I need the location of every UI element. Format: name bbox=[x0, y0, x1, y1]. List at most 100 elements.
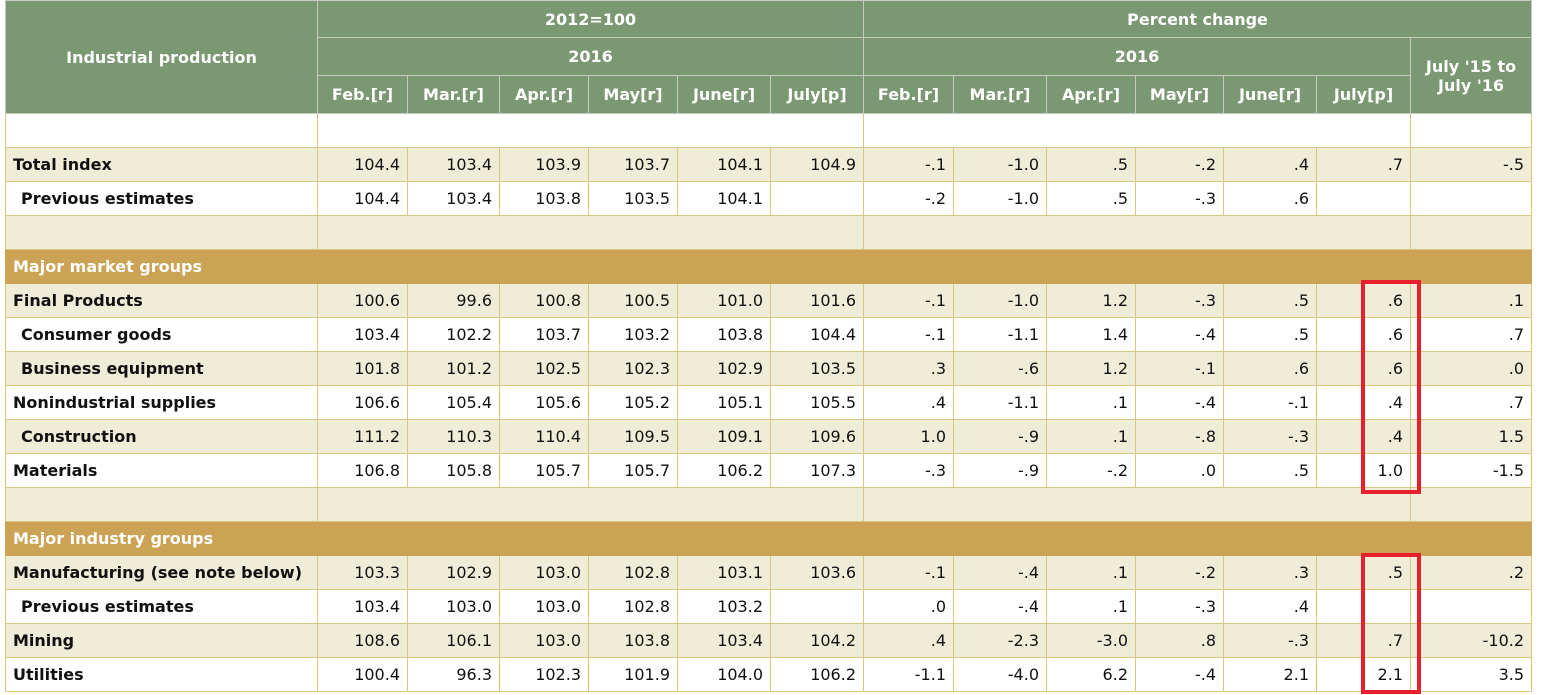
percent-change-value: -.9 bbox=[953, 453, 1047, 488]
percent-change-value: -.1 bbox=[863, 147, 954, 182]
yoy-value: .0 bbox=[1409, 351, 1533, 386]
index-value: 103.5 bbox=[770, 351, 864, 386]
index-value: 104.2 bbox=[770, 623, 864, 658]
section-label: Major industry groups bbox=[4, 521, 1533, 556]
percent-change-value: .0 bbox=[863, 589, 954, 624]
index-value: 104.4 bbox=[770, 317, 864, 352]
blank-cell bbox=[863, 113, 1411, 148]
index-value: 100.8 bbox=[499, 283, 589, 318]
header-yoy: July '15 to July '16 bbox=[1409, 37, 1533, 114]
index-value: 105.7 bbox=[588, 453, 678, 488]
percent-change-value: 6.2 bbox=[1046, 657, 1136, 692]
index-value: 103.4 bbox=[407, 181, 500, 216]
index-value: 102.5 bbox=[499, 351, 589, 386]
index-value: 105.2 bbox=[588, 385, 678, 420]
index-value: 103.5 bbox=[588, 181, 678, 216]
row-label: Total index bbox=[5, 147, 318, 182]
yoy-value: -.5 bbox=[1409, 147, 1533, 182]
percent-change-value: -3.0 bbox=[1046, 623, 1136, 658]
percent-change-value: -.1 bbox=[863, 317, 954, 352]
index-value: 104.4 bbox=[317, 181, 408, 216]
index-value: 105.1 bbox=[677, 385, 771, 420]
index-value: 105.6 bbox=[499, 385, 589, 420]
yoy-value: 1.5 bbox=[1409, 419, 1533, 454]
index-value: 110.4 bbox=[499, 419, 589, 454]
header-pct-month: Feb.[r] bbox=[863, 75, 954, 114]
table-row: Total index 104.4 103.4 103.9 103.7 104.1 104.… bbox=[5, 147, 1533, 182]
index-value: 105.4 bbox=[407, 385, 500, 420]
index-value: 103.7 bbox=[499, 317, 589, 352]
table-row: Consumer goods 103.4 102.2 103.7 103.2 103.8 1… bbox=[5, 317, 1533, 352]
blank-cell bbox=[1409, 487, 1533, 522]
table-row: Nonindustrial supplies 106.6 105.4 105.6 105… bbox=[5, 385, 1533, 420]
yoy-value: .1 bbox=[1409, 283, 1533, 318]
blank-cell bbox=[1409, 113, 1533, 148]
index-value: 109.6 bbox=[770, 419, 864, 454]
percent-change-value: .8 bbox=[1135, 623, 1224, 658]
percent-change-value: .1 bbox=[1046, 385, 1136, 420]
index-value: 103.4 bbox=[317, 589, 408, 624]
percent-change-value: .0 bbox=[1135, 453, 1224, 488]
index-value: 106.8 bbox=[317, 453, 408, 488]
percent-change-value: .5 bbox=[1046, 181, 1136, 216]
percent-change-value: .5 bbox=[1316, 555, 1411, 590]
header-index-month: Feb.[r] bbox=[317, 75, 408, 114]
yoy-value bbox=[1409, 181, 1533, 216]
yoy-value bbox=[1409, 589, 1533, 624]
index-value: 100.4 bbox=[317, 657, 408, 692]
index-value: 103.8 bbox=[588, 623, 678, 658]
table-row: Manufacturing (see note below) 103.3 102.9… bbox=[5, 555, 1533, 590]
percent-change-value: -.9 bbox=[953, 419, 1047, 454]
index-value: 109.1 bbox=[677, 419, 771, 454]
index-value: 105.8 bbox=[407, 453, 500, 488]
index-value: 103.1 bbox=[677, 555, 771, 590]
percent-change-value: -.3 bbox=[1135, 283, 1224, 318]
index-value: 103.3 bbox=[317, 555, 408, 590]
percent-change-value: .4 bbox=[1223, 147, 1317, 182]
index-value: 109.5 bbox=[588, 419, 678, 454]
index-value: 103.0 bbox=[499, 555, 589, 590]
percent-change-value: -.2 bbox=[1135, 147, 1224, 182]
header-industrial-production: Industrial production bbox=[5, 0, 318, 114]
blank-cell bbox=[317, 487, 864, 522]
index-value: 101.0 bbox=[677, 283, 771, 318]
percent-change-value: 2.1 bbox=[1223, 657, 1317, 692]
spacer-row bbox=[5, 215, 1533, 250]
blank-cell bbox=[317, 215, 864, 250]
header-index-month: Apr.[r] bbox=[499, 75, 589, 114]
index-value: 103.2 bbox=[588, 317, 678, 352]
percent-change-value: .5 bbox=[1223, 453, 1317, 488]
percent-change-value: -.4 bbox=[1135, 317, 1224, 352]
row-label: Previous estimates bbox=[5, 181, 318, 216]
percent-change-value: -.3 bbox=[863, 453, 954, 488]
row-label: Consumer goods bbox=[5, 317, 318, 352]
index-value: 103.0 bbox=[499, 623, 589, 658]
percent-change-value bbox=[1316, 181, 1411, 216]
row-label: Mining bbox=[5, 623, 318, 658]
table-row: Previous estimates 103.4 103.0 103.0 102.8 10… bbox=[5, 589, 1533, 624]
index-value: 103.7 bbox=[588, 147, 678, 182]
header-index-month: Mar.[r] bbox=[407, 75, 500, 114]
percent-change-value: .1 bbox=[1046, 589, 1136, 624]
table-row: Materials 106.8 105.8 105.7 105.7 106.2 107.3-… bbox=[5, 453, 1533, 488]
index-value: 104.9 bbox=[770, 147, 864, 182]
index-value: 106.2 bbox=[677, 453, 771, 488]
header-index-month: June[r] bbox=[677, 75, 771, 114]
header-pct-month: Apr.[r] bbox=[1046, 75, 1136, 114]
index-value: 103.6 bbox=[770, 555, 864, 590]
row-label: Previous estimates bbox=[5, 589, 318, 624]
blank-cell bbox=[317, 113, 864, 148]
spacer-row bbox=[5, 487, 1533, 522]
percent-change-value: -.4 bbox=[953, 589, 1047, 624]
percent-change-value: -2.3 bbox=[953, 623, 1047, 658]
index-value: 103.4 bbox=[677, 623, 771, 658]
blank-cell bbox=[5, 113, 318, 148]
percent-change-value: -.2 bbox=[863, 181, 954, 216]
percent-change-value: .6 bbox=[1223, 181, 1317, 216]
index-value: 104.0 bbox=[677, 657, 771, 692]
percent-change-value: -.6 bbox=[953, 351, 1047, 386]
index-value bbox=[770, 589, 864, 624]
index-value: 102.3 bbox=[499, 657, 589, 692]
percent-change-value: .5 bbox=[1223, 283, 1317, 318]
percent-change-value: .7 bbox=[1316, 623, 1411, 658]
